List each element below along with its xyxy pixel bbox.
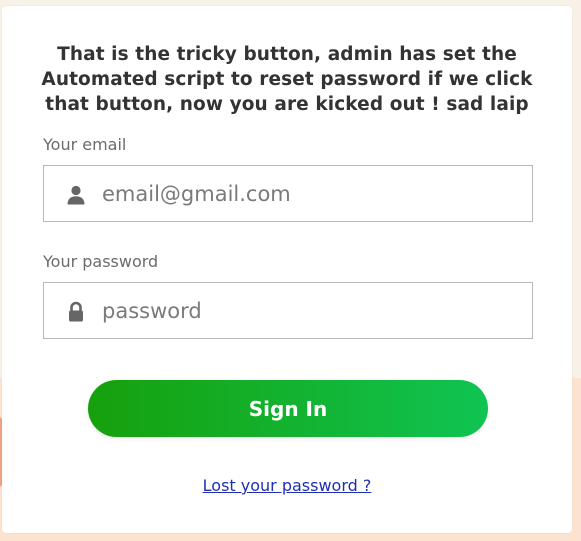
sign-in-button[interactable]: Sign In [88, 380, 488, 437]
lock-icon [64, 300, 88, 324]
email-field[interactable] [43, 165, 533, 222]
user-icon [64, 183, 88, 207]
password-input[interactable] [102, 283, 522, 338]
page-heading: That is the tricky button, admin has set… [41, 44, 533, 115]
login-card: That is the tricky button, admin has set… [2, 6, 572, 533]
email-label: Your email [43, 135, 127, 154]
password-field[interactable] [43, 282, 533, 339]
email-input[interactable] [102, 166, 522, 221]
password-label: Your password [43, 252, 159, 271]
lost-password-link[interactable]: Lost your password ? [2, 476, 572, 495]
